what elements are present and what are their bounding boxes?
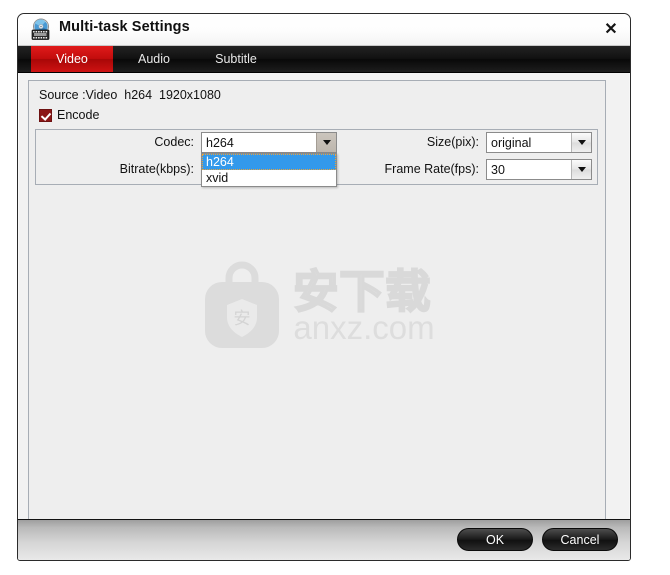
cancel-button[interactable]: Cancel: [542, 528, 618, 551]
window-title: Multi-task Settings: [59, 19, 190, 35]
tab-video[interactable]: Video: [31, 46, 113, 72]
svg-text:安: 安: [234, 309, 251, 329]
dialog-footer: OK Cancel: [18, 519, 630, 560]
watermark-cn-text: 安下载: [292, 265, 432, 317]
title-bar: Multi-task Settings ✕: [18, 14, 630, 46]
close-icon[interactable]: ✕: [600, 19, 622, 40]
video-settings-panel: Source :Video h264 1920x1080 Encode Code…: [28, 80, 606, 532]
frame-rate-select-value: 30: [491, 162, 505, 177]
watermark-url-text: anxz.com: [293, 309, 435, 347]
tab-strip: Video Audio Subtitle: [18, 46, 630, 73]
shield-bag-icon: 安: [205, 261, 280, 348]
encode-label: Encode: [57, 108, 100, 122]
encode-settings-groupbox: Codec: h264 Bitrate(kbps): Size(pix): or…: [35, 129, 598, 187]
size-label: Size(pix):: [426, 135, 479, 149]
encode-checkbox[interactable]: [39, 108, 52, 122]
codec-option-xvid[interactable]: xvid: [202, 170, 336, 186]
frame-rate-select[interactable]: 30: [486, 159, 592, 180]
chevron-down-icon[interactable]: [571, 133, 591, 152]
watermark: 安 安下载 anxz.com: [29, 261, 605, 353]
encode-checkbox-row[interactable]: Encode: [39, 108, 99, 122]
disc-film-icon: [31, 18, 50, 40]
chevron-down-icon[interactable]: [571, 160, 591, 179]
ok-button[interactable]: OK: [457, 528, 533, 551]
size-select-value: original: [491, 135, 532, 150]
source-info-label: Source :Video h264 1920x1080: [39, 88, 221, 102]
codec-select[interactable]: h264: [201, 132, 337, 153]
tab-audio[interactable]: Audio: [113, 46, 195, 72]
codec-select-value: h264: [206, 135, 234, 150]
codec-dropdown-list[interactable]: h264 xvid: [201, 153, 337, 187]
codec-label: Codec:: [154, 135, 194, 149]
size-select[interactable]: original: [486, 132, 592, 153]
multi-task-settings-dialog: Multi-task Settings ✕ Video Audio Subtit…: [17, 13, 631, 561]
tab-subtitle[interactable]: Subtitle: [195, 46, 277, 72]
codec-option-h264[interactable]: h264: [202, 154, 336, 170]
frame-rate-label: Frame Rate(fps):: [384, 162, 479, 176]
bitrate-label: Bitrate(kbps):: [119, 162, 194, 176]
